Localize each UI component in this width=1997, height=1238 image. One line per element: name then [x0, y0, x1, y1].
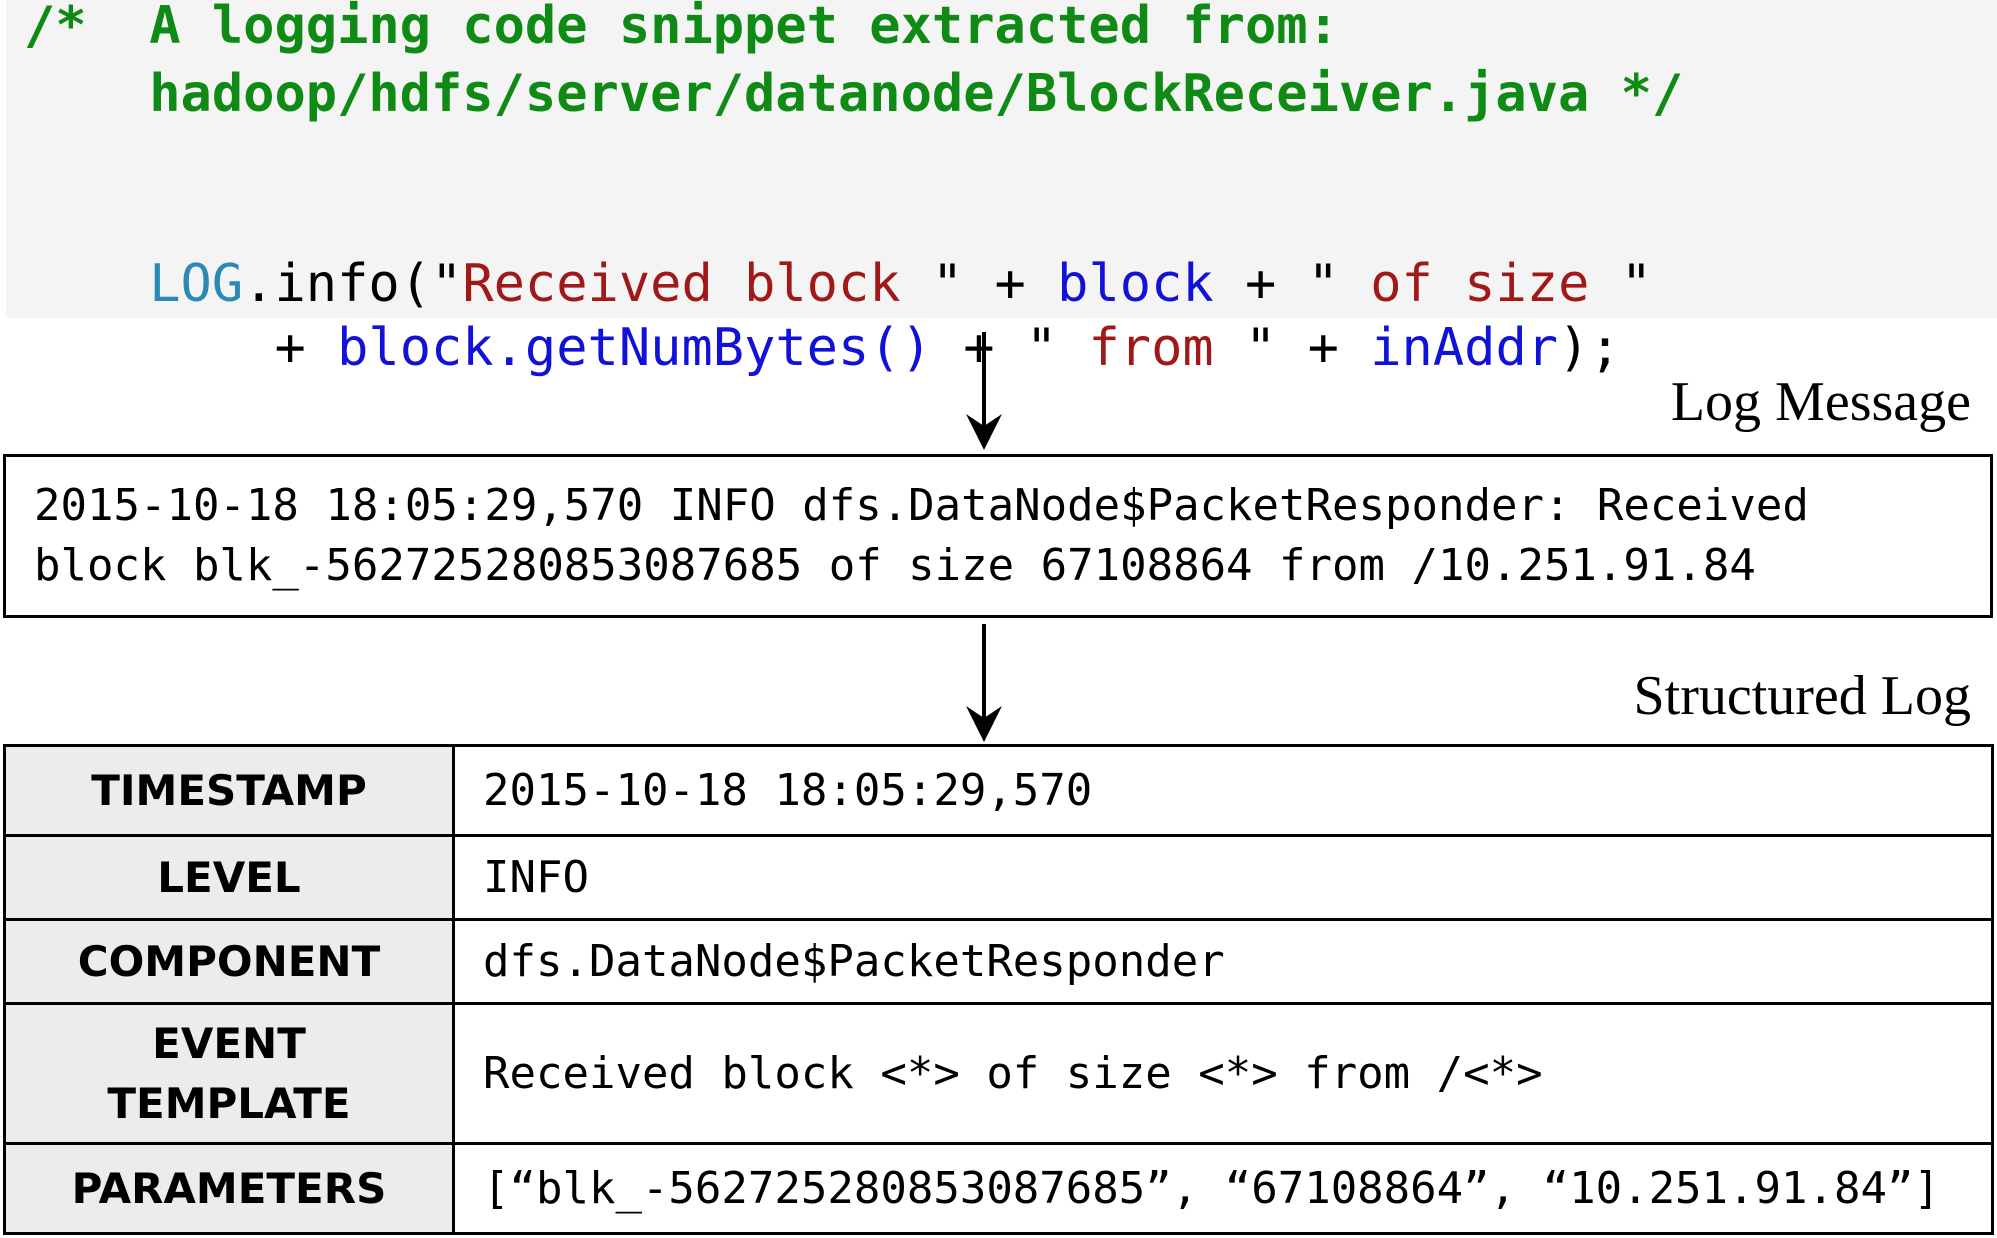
table-row: TIMESTAMP 2015-10-18 18:05:29,570 — [3, 744, 1994, 837]
table-row: COMPONENT dfs.DataNode$PacketResponder — [3, 918, 1994, 1005]
log-message-caption: Log Message — [1670, 371, 1971, 433]
structured-log-caption: Structured Log — [1633, 665, 1971, 727]
field-key-level: LEVEL — [3, 834, 455, 921]
table-row: EVENT TEMPLATE Received block <*> of siz… — [3, 1002, 1994, 1145]
code-token: " — [1620, 254, 1653, 314]
table-row: PARAMETERS [“blk_-562725280853087685”, “… — [3, 1142, 1994, 1235]
field-value-event-template: Received block <*> of size <*> from /<*> — [452, 1002, 1994, 1145]
log-message-box: 2015-10-18 18:05:29,570 INFO dfs.DataNod… — [3, 454, 1993, 618]
field-value-parameters: [“blk_-562725280853087685”, “67108864”, … — [452, 1142, 1994, 1235]
field-value-component: dfs.DataNode$PacketResponder — [452, 918, 1994, 1005]
code-token: " + — [1245, 318, 1371, 378]
arrow-down-icon — [966, 624, 1002, 742]
code-token: + " — [931, 318, 1089, 378]
code-comment-line-2: hadoop/hdfs/server/datanode/BlockReceive… — [24, 64, 1684, 124]
code-token: + — [149, 318, 338, 378]
field-key-event-template: EVENT TEMPLATE — [3, 1002, 455, 1145]
table-row: LEVEL INFO — [3, 834, 1994, 921]
code-token: from — [1088, 318, 1245, 378]
code-token: ); — [1558, 318, 1621, 378]
field-key-line: TEMPLATE — [107, 1078, 351, 1128]
log-message-line-2: block blk_-562725280853087685 of size 67… — [34, 540, 1756, 591]
code-snippet-panel: /* A logging code snippet extracted from… — [6, 0, 1997, 378]
code-line-2: + block.getNumBytes() + " from " + inAdd… — [24, 252, 1621, 444]
field-key-line: EVENT — [152, 1018, 306, 1068]
arrow-down-icon — [966, 332, 1002, 450]
log-message-line-1: 2015-10-18 18:05:29,570 INFO dfs.DataNod… — [34, 480, 1809, 531]
code-token: inAddr — [1370, 318, 1559, 378]
field-key-component: COMPONENT — [3, 918, 455, 1005]
field-key-timestamp: TIMESTAMP — [3, 744, 455, 837]
field-key-parameters: PARAMETERS — [3, 1142, 455, 1235]
field-value-level: INFO — [452, 834, 1994, 921]
structured-log-table: TIMESTAMP 2015-10-18 18:05:29,570 LEVEL … — [3, 744, 1994, 1235]
code-comment-line-1: /* A logging code snippet extracted from… — [24, 0, 1339, 56]
code-token: block.getNumBytes() — [337, 318, 932, 378]
field-value-timestamp: 2015-10-18 18:05:29,570 — [452, 744, 1994, 837]
